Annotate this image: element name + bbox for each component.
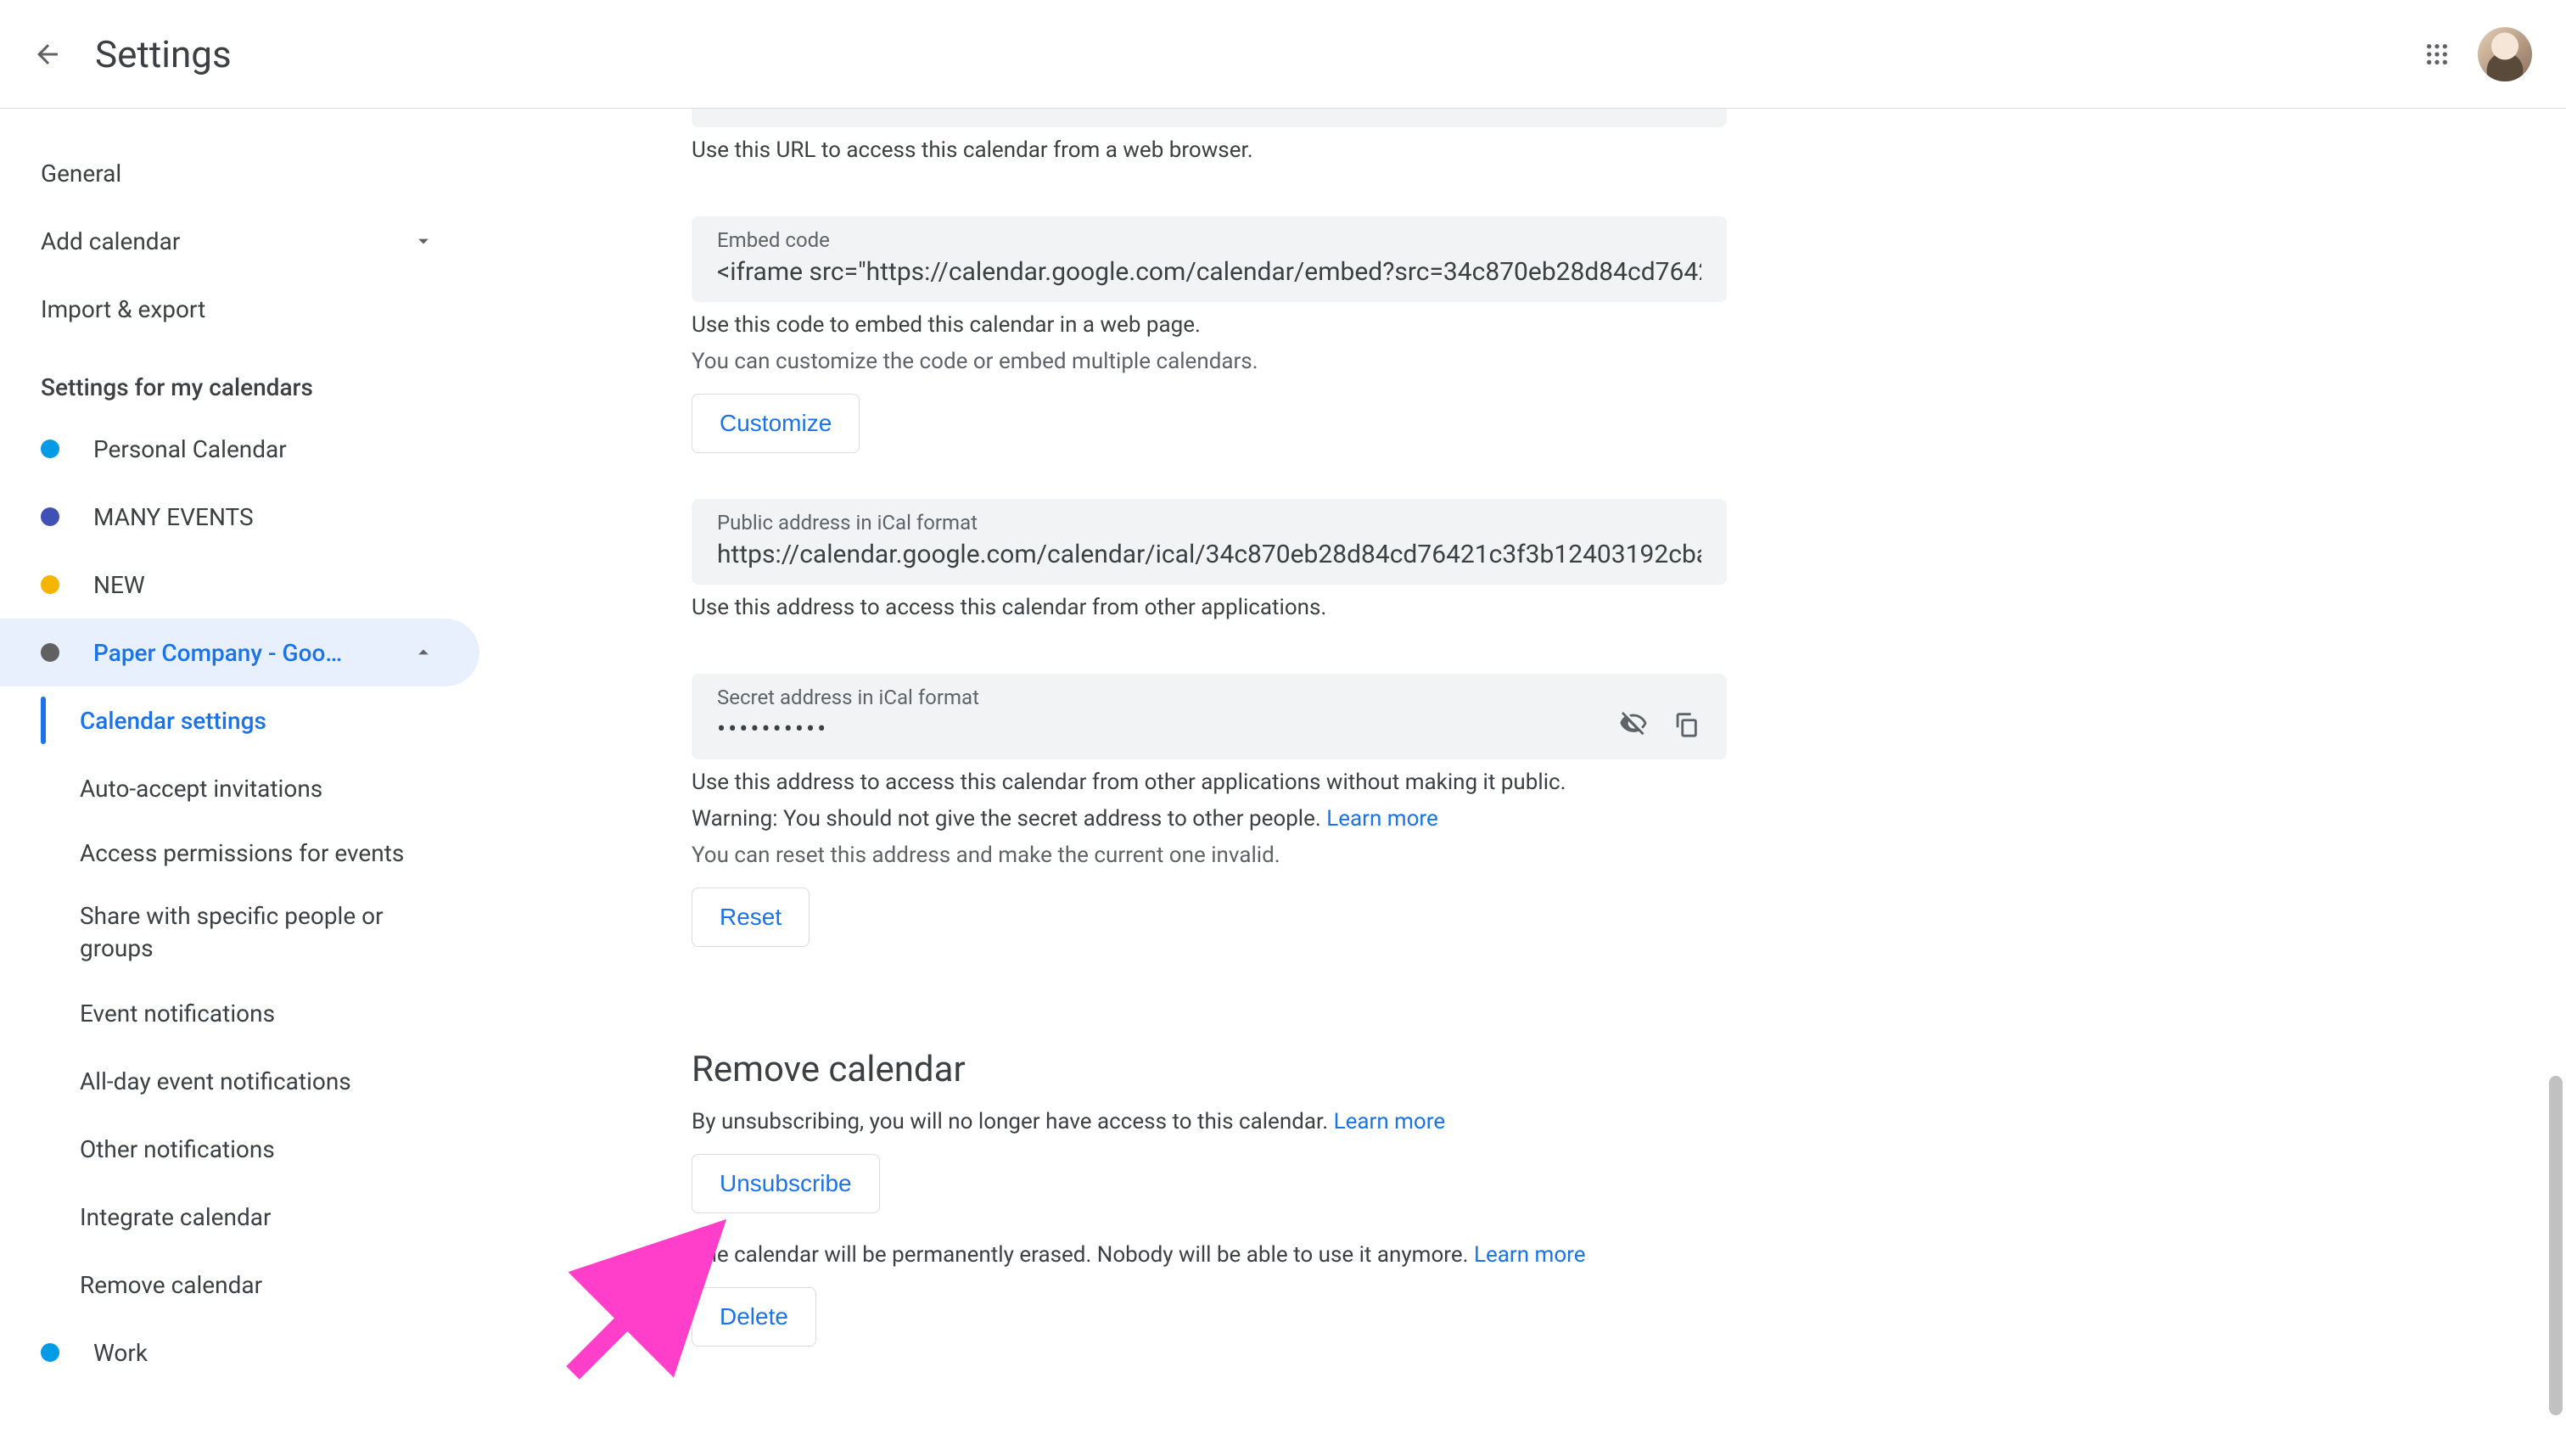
copy-icon[interactable] [1671,708,1701,739]
learn-more-link[interactable]: Learn more [1474,1242,1586,1268]
chevron-down-icon [408,226,439,256]
delete-button[interactable]: Delete [692,1287,816,1347]
sidebar-item-label: Add calendar [41,227,408,255]
sidebar-sub-share-specific[interactable]: Share with specific people or groups [0,885,479,980]
sidebar-item-import-export[interactable]: Import & export [0,275,479,343]
sidebar-item-new[interactable]: NEW [0,551,479,619]
sidebar-item-personal-calendar[interactable]: Personal Calendar [0,415,479,483]
avatar[interactable] [2478,27,2532,81]
secret-ical-helper-3: You can reset this address and make the … [692,839,1727,872]
sidebar-item-label: Auto-accept invitations [80,775,439,803]
url-field[interactable] [692,109,1727,127]
sidebar-item-label: MANY EVENTS [93,503,439,531]
apps-icon[interactable] [2417,34,2457,75]
helper-text: The calendar will be permanently erased.… [692,1242,1474,1268]
sidebar-item-label: All-day event notifications [80,1067,439,1095]
sidebar-item-label: Remove calendar [80,1271,439,1299]
sidebar-sub-access-permissions[interactable]: Access permissions for events [0,822,479,885]
sidebar-item-general[interactable]: General [0,139,479,207]
sidebar-item-label: General [41,160,439,188]
embed-helper-2: You can customize the code or embed mult… [692,345,1727,378]
public-ical-helper: Use this address to access this calendar… [692,591,1727,624]
sidebar-sub-allday-notifications[interactable]: All-day event notifications [0,1047,479,1115]
sidebar-sub-other-notifications[interactable]: Other notifications [0,1115,479,1183]
calendar-color-dot [41,440,59,458]
visibility-off-icon[interactable] [1618,708,1649,739]
embed-helper-1: Use this code to embed this calendar in … [692,309,1727,342]
sidebar-item-label: Work [93,1339,439,1367]
sidebar-item-label: Import & export [41,295,439,323]
sidebar: General Add calendar Import & export Set… [0,109,479,1456]
learn-more-link[interactable]: Learn more [1326,806,1438,832]
sidebar-sub-auto-accept[interactable]: Auto-accept invitations [0,754,479,822]
sidebar-sub-integrate-calendar[interactable]: Integrate calendar [0,1183,479,1251]
sidebar-item-add-calendar[interactable]: Add calendar [0,207,479,275]
secret-ical-helper-1: Use this address to access this calendar… [692,766,1727,799]
embed-code-field[interactable]: Embed code <iframe src="https://calendar… [692,216,1727,302]
helper-text: By unsubscribing, you will no longer hav… [692,1109,1334,1134]
secret-ical-helper-2: Warning: You should not give the secret … [692,803,1727,836]
sidebar-sub-remove-calendar[interactable]: Remove calendar [0,1251,479,1319]
sidebar-item-label: Integrate calendar [80,1203,439,1231]
customize-button[interactable]: Customize [692,394,860,453]
header-actions [2417,27,2532,81]
reset-button[interactable]: Reset [692,888,810,947]
field-label: Embed code [717,228,1701,252]
helper-text: Warning: You should not give the secret … [692,806,1326,832]
delete-helper: The calendar will be permanently erased.… [692,1239,1727,1272]
calendar-color-dot [41,575,59,594]
secret-ical-field[interactable]: Secret address in iCal format •••••••••• [692,674,1727,759]
field-icons [1618,708,1701,739]
url-helper: Use this URL to access this calendar fro… [692,134,1727,167]
sidebar-item-label: Paper Company - Goo… [93,639,408,667]
sidebar-item-many-events[interactable]: MANY EVENTS [0,483,479,551]
field-label: Public address in iCal format [717,511,1701,535]
calendar-color-dot [41,507,59,526]
sidebar-item-label: Other notifications [80,1135,439,1163]
sidebar-item-paper-company[interactable]: Paper Company - Goo… [0,619,479,686]
scrollbar-thumb[interactable] [2549,1076,2563,1415]
field-value: •••••••••• [717,714,1701,744]
sidebar-item-label: Personal Calendar [93,435,439,463]
sidebar-item-work[interactable]: Work [0,1319,479,1386]
unsubscribe-button[interactable]: Unsubscribe [692,1154,880,1213]
public-ical-field[interactable]: Public address in iCal format https://ca… [692,499,1727,585]
field-value: <iframe src="https://calendar.google.com… [717,257,1701,287]
sidebar-item-label: Access permissions for events [80,837,439,870]
calendar-color-dot [41,643,59,662]
sidebar-sub-event-notifications[interactable]: Event notifications [0,979,479,1047]
header-bar: Settings [0,0,2566,109]
back-icon[interactable] [27,34,68,75]
chevron-up-icon [408,637,439,668]
sidebar-item-label: Event notifications [80,1000,439,1028]
sidebar-sub-calendar-settings[interactable]: Calendar settings [0,686,479,754]
scrollbar[interactable] [2546,109,2566,1456]
sidebar-section-header: Settings for my calendars [0,343,479,415]
field-label: Secret address in iCal format [717,686,1701,709]
sidebar-item-label: Calendar settings [80,707,439,735]
field-value: https://calendar.google.com/calendar/ica… [717,540,1701,569]
calendar-color-dot [41,1343,59,1362]
page-title: Settings [95,32,232,76]
remove-calendar-title: Remove calendar [692,1049,1727,1090]
learn-more-link[interactable]: Learn more [1334,1109,1446,1134]
content: Use this URL to access this calendar fro… [479,109,2566,1456]
unsubscribe-helper: By unsubscribing, you will no longer hav… [692,1106,1727,1139]
sidebar-item-label: Share with specific people or groups [80,900,439,965]
sidebar-item-label: NEW [93,571,439,599]
